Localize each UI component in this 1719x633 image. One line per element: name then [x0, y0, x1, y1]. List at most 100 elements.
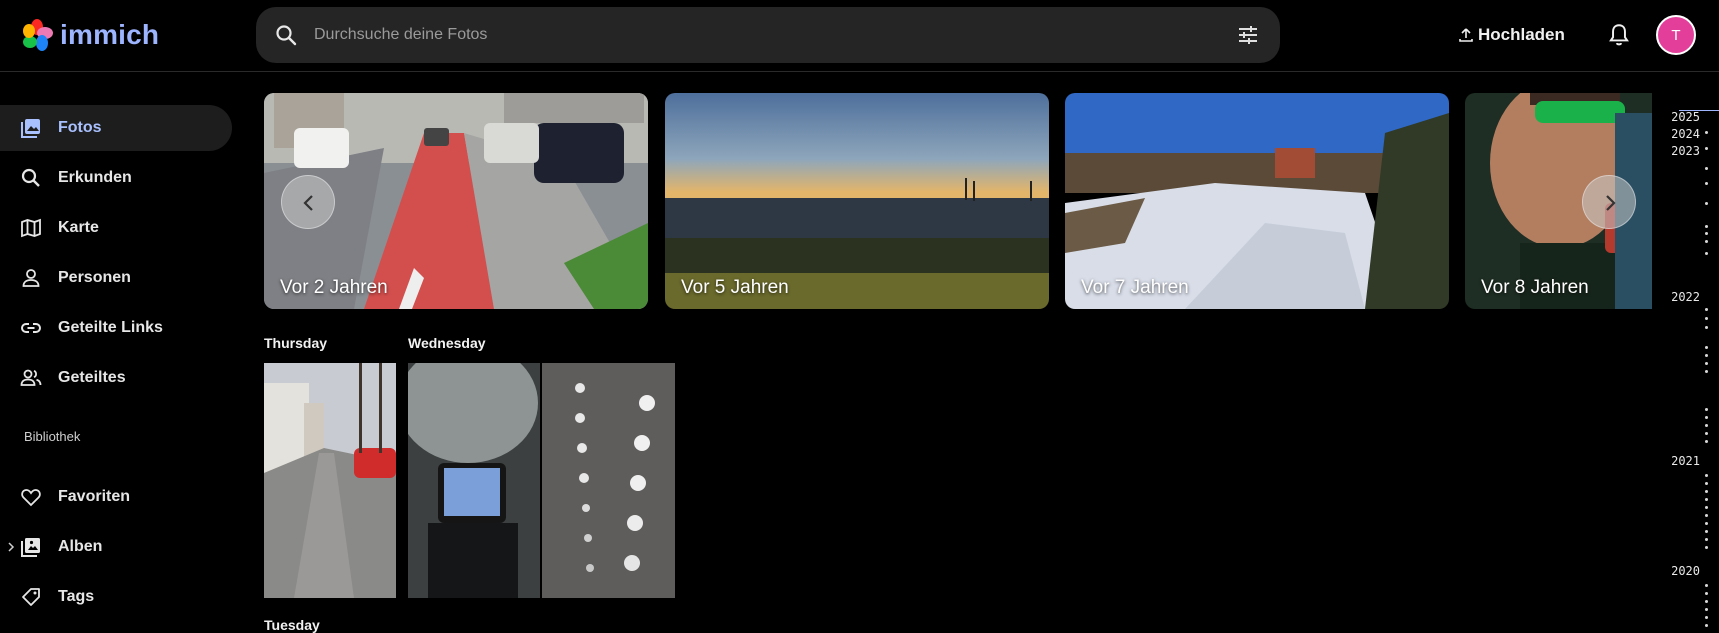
- carousel-prev-button[interactable]: [281, 175, 335, 229]
- sidebar-item-label: Erkunden: [58, 169, 132, 186]
- shared-icon: [20, 369, 42, 386]
- carousel-next-button[interactable]: [1582, 175, 1636, 229]
- scrubber-dot: [1705, 514, 1708, 517]
- scrubber-dot: [1705, 202, 1708, 205]
- scrubber-dot: [1705, 608, 1708, 611]
- scrubber-year[interactable]: 2024: [1671, 127, 1700, 141]
- memories-carousel: Vor 2 Jahren Vor 5 Jahren Vor 7 Jahren V…: [264, 93, 1652, 309]
- photo-thumbnail[interactable]: [542, 363, 675, 598]
- notifications-bell-icon[interactable]: [1606, 22, 1632, 48]
- scrubber-dot: [1705, 522, 1708, 525]
- scrubber-dot: [1705, 616, 1708, 619]
- upload-button[interactable]: Hochladen: [1458, 18, 1565, 52]
- scrubber-dot: [1705, 362, 1708, 365]
- scrubber-year[interactable]: 2023: [1671, 144, 1700, 158]
- scrubber-dot: [1705, 440, 1708, 443]
- day-group-title: Thursday: [264, 335, 328, 351]
- scrubber-dot: [1705, 317, 1708, 320]
- scrubber-dot: [1705, 182, 1708, 185]
- upload-label: Hochladen: [1478, 25, 1565, 44]
- chevron-left-icon: [303, 195, 313, 211]
- scrubber-dot: [1705, 346, 1708, 349]
- avatar-initial: T: [1671, 26, 1681, 44]
- memory-label: Vor 7 Jahren: [1081, 277, 1189, 298]
- user-avatar[interactable]: T: [1656, 15, 1696, 55]
- search-icon: [21, 168, 40, 187]
- scrubber-dot: [1705, 600, 1708, 603]
- sidebar-item-fotos[interactable]: Fotos: [0, 105, 232, 151]
- search-input[interactable]: [314, 7, 1194, 63]
- scrubber-dot: [1705, 232, 1708, 235]
- sidebar-item-label: Tags: [58, 588, 95, 605]
- immich-logo-icon: [23, 19, 53, 51]
- sidebar-item-alben[interactable]: Alben: [0, 524, 232, 570]
- scrubber-dot: [1705, 482, 1708, 485]
- scrubber-dot: [1705, 370, 1708, 373]
- scrubber-dot: [1705, 624, 1708, 627]
- sidebar: Fotos Erkunden Karte Personen Geteilte L…: [0, 72, 240, 633]
- library-section-label: Bibliothek: [24, 429, 81, 444]
- search-filter-icon[interactable]: [1236, 23, 1260, 47]
- tag-icon: [22, 588, 40, 606]
- scrubber-dot: [1705, 354, 1708, 357]
- sidebar-item-geteiltes[interactable]: Geteiltes: [0, 355, 232, 401]
- photo-thumbnail[interactable]: [408, 363, 540, 598]
- search-bar[interactable]: [256, 7, 1280, 63]
- scrubber-year[interactable]: 2020: [1671, 564, 1700, 578]
- sidebar-item-label: Personen: [58, 269, 131, 286]
- upload-icon: [1459, 28, 1473, 42]
- scrubber-dot: [1705, 240, 1708, 243]
- day-group-title: Tuesday: [264, 617, 320, 633]
- scrubber-dot: [1705, 416, 1708, 419]
- link-icon: [21, 323, 41, 333]
- scrubber-dot: [1705, 546, 1708, 549]
- photos-icon: [21, 119, 40, 138]
- memory-card[interactable]: Vor 5 Jahren: [665, 93, 1049, 309]
- scrubber-dot: [1705, 308, 1708, 311]
- scrubber-dot: [1705, 167, 1708, 170]
- heart-icon: [21, 489, 41, 507]
- sidebar-item-label: Geteiltes: [58, 369, 126, 386]
- scrubber-year[interactable]: 2022: [1671, 290, 1700, 304]
- sidebar-item-label: Fotos: [58, 119, 102, 136]
- sidebar-item-label: Favoriten: [58, 488, 131, 505]
- sidebar-item-label: Karte: [58, 219, 99, 236]
- sidebar-item-label: Alben: [58, 538, 103, 555]
- top-bar: immich Hochladen T: [0, 0, 1719, 72]
- scrubber-dot: [1705, 592, 1708, 595]
- scrubber-dot: [1705, 225, 1708, 228]
- scrubber-dot: [1705, 432, 1708, 435]
- app-logo[interactable]: immich: [20, 17, 159, 53]
- memory-card[interactable]: Vor 7 Jahren: [1065, 93, 1449, 309]
- scrubber-dot: [1705, 408, 1708, 411]
- day-group-title: Wednesday: [408, 335, 486, 351]
- scrubber-dot: [1705, 131, 1708, 134]
- sidebar-item-personen[interactable]: Personen: [0, 255, 232, 301]
- scrubber-year[interactable]: 2025: [1671, 110, 1700, 124]
- timeline-scrubber[interactable]: 2025 2024 2023 2022 2021 2020: [1660, 72, 1719, 633]
- sidebar-item-tags[interactable]: Tags: [0, 574, 232, 620]
- memory-label: Vor 5 Jahren: [681, 277, 789, 298]
- chevron-right-icon[interactable]: [6, 541, 16, 553]
- sidebar-item-label: Geteilte Links: [58, 319, 163, 336]
- photo-thumbnail[interactable]: [264, 363, 396, 598]
- sidebar-item-erkunden[interactable]: Erkunden: [0, 155, 232, 201]
- memory-label: Vor 8 Jahren: [1481, 277, 1589, 298]
- scrubber-dot: [1705, 147, 1708, 150]
- sidebar-item-karte[interactable]: Karte: [0, 205, 232, 251]
- scrubber-dot: [1705, 490, 1708, 493]
- scrubber-dot: [1705, 506, 1708, 509]
- chevron-right-icon: [1606, 195, 1616, 211]
- scrubber-dot: [1705, 538, 1708, 541]
- sidebar-item-geteilte-links[interactable]: Geteilte Links: [0, 305, 232, 351]
- scrubber-dot: [1705, 584, 1708, 587]
- scrubber-dot: [1705, 326, 1708, 329]
- sidebar-item-favoriten[interactable]: Favoriten: [0, 474, 232, 520]
- map-icon: [21, 218, 41, 238]
- memory-label: Vor 2 Jahren: [280, 277, 388, 298]
- album-icon: [21, 538, 40, 557]
- person-icon: [22, 269, 40, 287]
- search-icon: [276, 25, 297, 46]
- app-name: immich: [60, 19, 160, 50]
- scrubber-year[interactable]: 2021: [1671, 454, 1700, 468]
